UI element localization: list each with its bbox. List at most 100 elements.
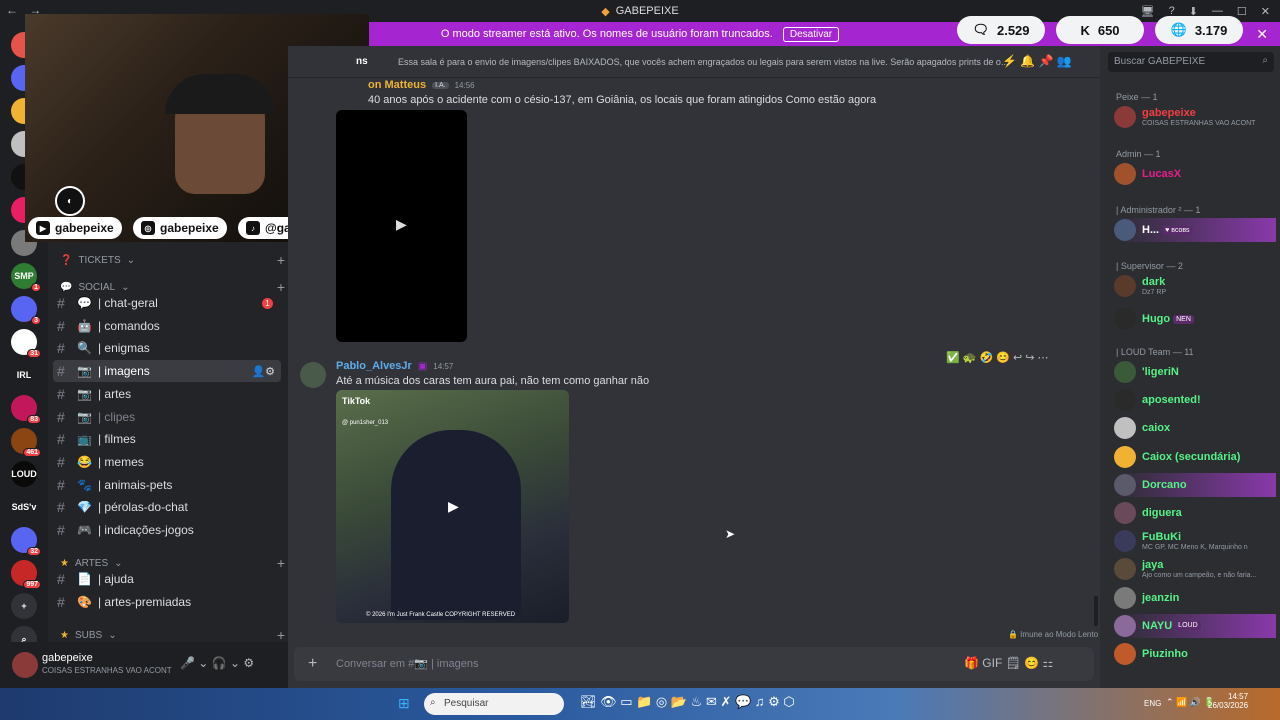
channel-settings-icon[interactable]: 👤⚙ bbox=[251, 365, 275, 378]
channel-emoji: 😂 bbox=[77, 454, 92, 469]
hash-icon: # bbox=[57, 340, 65, 357]
member-item[interactable]: Hugo NEN bbox=[1114, 307, 1276, 331]
server-icon[interactable]: 3 bbox=[11, 296, 41, 325]
close-banner-icon[interactable]: ✕ bbox=[1256, 26, 1268, 43]
server-icon[interactable]: 31 bbox=[11, 329, 41, 358]
question-icon: ❓ bbox=[60, 254, 73, 266]
avatar bbox=[1114, 530, 1136, 553]
maximize-icon[interactable]: ☐ bbox=[1237, 5, 1247, 18]
member-search-input[interactable]: Buscar GABEPEIXE ⌕ bbox=[1108, 52, 1274, 72]
member-item[interactable]: Piuzinho bbox=[1114, 642, 1276, 666]
hash-icon: # bbox=[57, 317, 65, 334]
kick-icon: K bbox=[1080, 22, 1090, 38]
mouse-cursor-icon: ➤ bbox=[725, 527, 736, 541]
channel-item[interactable]: # 📷 | imagens 👤⚙ bbox=[53, 360, 281, 383]
member-item[interactable]: dark Dz7 RP bbox=[1114, 274, 1276, 298]
member-group-header: Admin — 1 bbox=[1116, 149, 1161, 159]
tiktok-handle: @ pun1sher_013 bbox=[342, 420, 389, 426]
channel-item[interactable]: # 🎨 | artes-premiadas bbox=[53, 591, 281, 613]
voice-controls[interactable]: 🎤 ⌄ 🎧 ⌄ ⚙ bbox=[180, 656, 254, 670]
taskbar: ⊞ ⌕ Pesquisar 🏞 👁 ▭ 📁 ◎ 📂 ♨ ✉ ✗ 💬 ♫ ⚙ ⬡ E… bbox=[0, 688, 1280, 720]
member-item[interactable]: jeanzin bbox=[1114, 586, 1276, 610]
member-item[interactable]: jaya Ajo como um campeão, e não faria... bbox=[1114, 557, 1276, 581]
add-channel-icon[interactable]: + bbox=[277, 252, 285, 268]
channel-emoji: 📷 bbox=[77, 409, 92, 424]
avatar[interactable] bbox=[300, 362, 326, 388]
play-icon[interactable]: ▶ bbox=[448, 498, 459, 515]
category-subs[interactable]: ★ SUBS ⌄ + bbox=[60, 627, 285, 643]
member-tag: NEN bbox=[1173, 314, 1194, 324]
member-name: FuBuKi bbox=[1142, 531, 1182, 544]
server-icon[interactable]: 83 bbox=[11, 395, 41, 424]
language-indicator[interactable]: ENG bbox=[1144, 699, 1161, 708]
avatar bbox=[1114, 219, 1136, 241]
member-item[interactable]: Caiox (secundária) bbox=[1114, 445, 1276, 469]
category-label: TICKETS bbox=[78, 254, 121, 266]
channel-item[interactable]: # 💬 | chat-geral 1 bbox=[53, 292, 281, 314]
server-icon[interactable]: 461 bbox=[11, 428, 41, 457]
member-item[interactable]: 'ligeriN bbox=[1114, 360, 1276, 384]
close-window-icon[interactable]: ✕ bbox=[1261, 5, 1270, 18]
taskbar-apps[interactable]: 🏞 👁 ▭ 📁 ◎ 📂 ♨ ✉ ✗ 💬 ♫ ⚙ ⬡ bbox=[580, 694, 795, 710]
windows-start-icon[interactable]: ⊞ bbox=[398, 695, 410, 712]
search-icon[interactable]: ⌕ bbox=[1262, 55, 1268, 66]
avatar[interactable] bbox=[12, 652, 38, 678]
add-channel-icon[interactable]: + bbox=[277, 627, 285, 643]
channel-emoji: 🐾 bbox=[77, 477, 92, 492]
channel-item[interactable]: # 📺 | filmes bbox=[53, 428, 281, 450]
add-attachment-icon[interactable]: + bbox=[308, 655, 317, 673]
avatar bbox=[1114, 614, 1136, 637]
channel-item[interactable]: # 📷 | artes bbox=[53, 383, 281, 405]
taskbar-search[interactable]: ⌕ Pesquisar bbox=[424, 693, 564, 715]
header-icons[interactable]: ⚡ 🔔 📌 👥 bbox=[1002, 54, 1072, 68]
channel-item[interactable]: # 🤖 | comandos bbox=[53, 315, 281, 337]
message-input-placeholder[interactable]: Conversar em #📷 | imagens bbox=[336, 657, 479, 670]
message-author[interactable]: Pablo_AlvesJr bbox=[336, 360, 412, 372]
tiktok-video-attachment[interactable]: TikTok @ pun1sher_013 © 2026 I'm Just Fr… bbox=[336, 390, 569, 623]
server-icon[interactable]: 997 bbox=[11, 560, 41, 589]
monitor-icon[interactable]: 🖥 bbox=[1141, 5, 1155, 18]
member-item[interactable]: diguera bbox=[1114, 501, 1276, 525]
server-icon[interactable]: SdS'v bbox=[11, 494, 37, 520]
channel-emoji: 💬 bbox=[77, 296, 92, 310]
channel-item[interactable]: # 📷 | clipes bbox=[53, 406, 281, 428]
channel-item[interactable]: # 😂 | memes bbox=[53, 451, 281, 473]
channel-item[interactable]: # 💎 | pérolas-do-chat bbox=[53, 496, 281, 518]
message-input[interactable]: + Conversar em #📷 | imagens 🎁 GIF 🗒 😊 ⚏ bbox=[294, 647, 1094, 681]
scrollbar[interactable] bbox=[1094, 596, 1098, 626]
channel-item[interactable]: # 📄 | ajuda bbox=[53, 568, 281, 590]
member-list: Buscar GABEPEIXE ⌕ Peixe — 1 gabepeixe COIS… bbox=[1100, 46, 1280, 688]
disable-streamer-button[interactable]: Desativar bbox=[782, 26, 840, 42]
server-icon[interactable]: 32 bbox=[11, 527, 41, 556]
channel-emoji: 📷 bbox=[77, 386, 92, 401]
category-tickets[interactable]: ❓ TICKETS ⌄ + bbox=[60, 252, 285, 268]
message-actions[interactable]: ✅ 🐢 🤣 😊 ↩ ↪ ⋯ bbox=[946, 351, 1049, 364]
server-icon[interactable]: LOUD bbox=[11, 461, 37, 487]
back-arrow-icon[interactable]: ← bbox=[6, 3, 18, 17]
member-name: dark bbox=[1142, 276, 1166, 288]
member-name: aposented! bbox=[1142, 394, 1201, 407]
member-status: Dz7 RP bbox=[1142, 289, 1167, 296]
avatar bbox=[1114, 643, 1136, 665]
member-item[interactable]: H... ♥ ʙᴄᴏʙs bbox=[1114, 218, 1276, 242]
channel-item[interactable]: # 🐾 | animais-pets bbox=[53, 474, 281, 496]
member-item[interactable]: caiox bbox=[1114, 416, 1276, 440]
member-item[interactable]: gabepeixe COISAS ESTRANHAS VAO ACONT bbox=[1114, 105, 1276, 129]
channel-item[interactable]: # 🎮 | indicações-jogos bbox=[53, 519, 281, 541]
member-item[interactable]: LucasX bbox=[1114, 162, 1276, 186]
member-name: Caiox (secundária) bbox=[1142, 450, 1241, 463]
server-icon[interactable]: IRL bbox=[11, 362, 37, 388]
server-icon[interactable]: + bbox=[11, 593, 37, 619]
server-icon[interactable]: SMP 1 bbox=[11, 263, 41, 292]
member-item[interactable]: NAYU LOUD bbox=[1114, 613, 1276, 638]
channel-item[interactable]: # 🔍 | enigmas bbox=[53, 337, 281, 359]
member-item[interactable]: Dorcano bbox=[1114, 472, 1276, 497]
play-icon[interactable]: ▶ bbox=[396, 216, 407, 233]
message-author[interactable]: on Matteus bbox=[368, 79, 426, 91]
member-item[interactable]: FuBuKi MC GP, MC Meno K, Marquinho n bbox=[1114, 529, 1276, 553]
clock[interactable]: 14:57 26/03/2026 bbox=[1208, 692, 1248, 710]
member-name: jaya bbox=[1142, 559, 1164, 572]
member-item[interactable]: aposented! bbox=[1114, 388, 1276, 412]
input-toolbar-icons[interactable]: 🎁 GIF 🗒 😊 ⚏ bbox=[964, 656, 1053, 670]
message-time: 14:57 bbox=[433, 361, 454, 371]
